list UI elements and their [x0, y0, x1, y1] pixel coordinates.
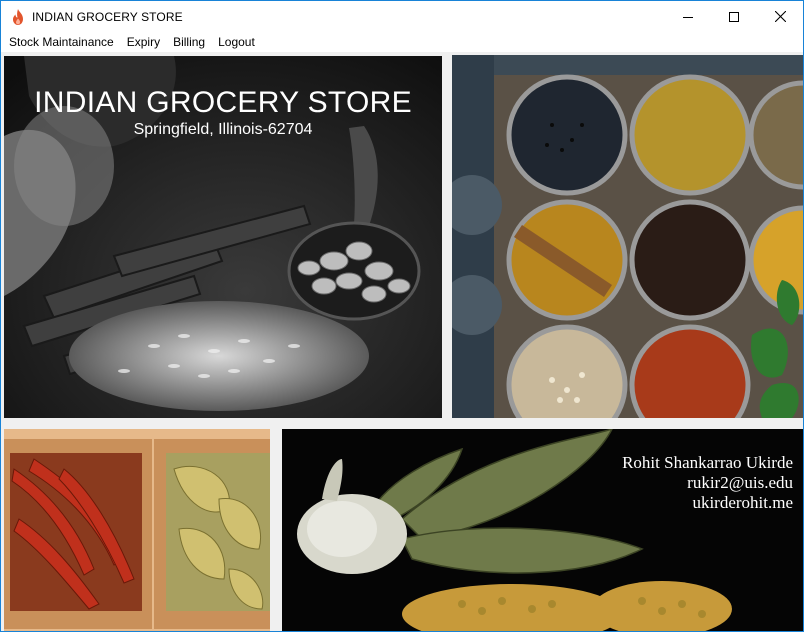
spice-tins-photo [452, 55, 803, 418]
minimize-icon [683, 16, 693, 18]
maximize-button[interactable] [711, 1, 757, 32]
credit-email: rukir2@uis.edu [687, 473, 793, 492]
flame-icon [13, 9, 23, 25]
banner-spice-image: INDIAN GROCERY STORE Springfield, Illino… [4, 56, 442, 418]
minimize-button[interactable] [665, 1, 711, 32]
spice-tin-image [452, 55, 803, 418]
credit-author-name: Rohit Shankarrao Ukirde [622, 453, 793, 472]
content-area: INDIAN GROCERY STORE Springfield, Illino… [1, 52, 803, 631]
chilli-bayleaf-photo [4, 429, 270, 631]
maximize-icon [729, 11, 739, 22]
close-button[interactable] [757, 1, 803, 32]
menu-stock-maintainance[interactable]: Stock Maintainance [1, 32, 121, 52]
title-bar[interactable]: INDIAN GROCERY STORE [1, 1, 803, 32]
menu-bar: Stock Maintainance Expiry Billing Logout [1, 32, 803, 52]
window-title: INDIAN GROCERY STORE [32, 10, 183, 24]
credit-website: ukirderohit.me [692, 493, 793, 512]
app-window: INDIAN GROCERY STORE Stock Maintainance … [0, 0, 804, 632]
store-banner-address: Springfield, Illinois-62704 [133, 121, 313, 138]
menu-billing[interactable]: Billing [167, 32, 212, 52]
close-icon [774, 11, 786, 22]
chilli-box-image [4, 429, 270, 631]
store-banner-title: INDIAN GROCERY STORE [34, 86, 412, 119]
menu-expiry[interactable]: Expiry [121, 32, 167, 52]
menu-logout[interactable]: Logout [212, 32, 262, 52]
credits-image: Rohit Shankarrao Ukirde rukir2@uis.edu u… [282, 429, 803, 631]
